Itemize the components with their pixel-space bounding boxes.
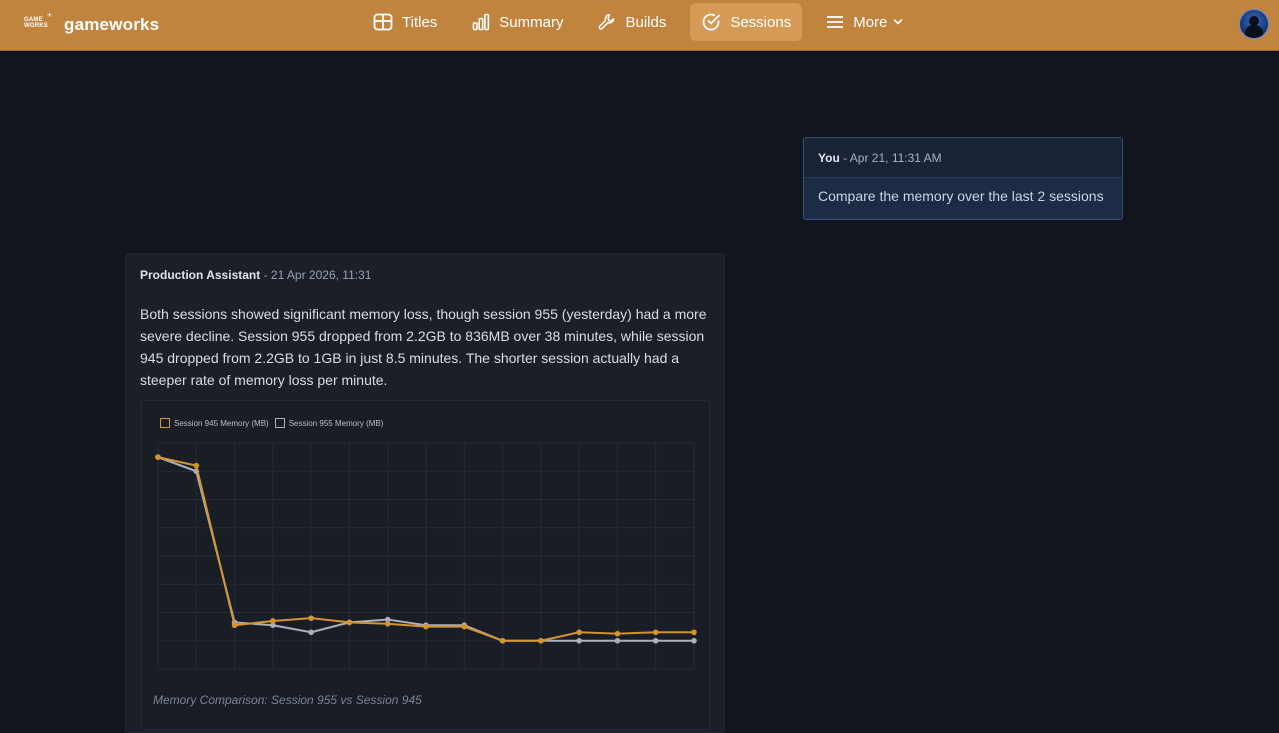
- data-point-0-9: [499, 637, 506, 644]
- memory-chart: Session 945 Memory (MB) Session 955 Memo…: [141, 400, 710, 730]
- data-point-0-4: [308, 615, 314, 621]
- data-point-1-13: [652, 637, 659, 644]
- message-timestamp: - 21 Apr 2026, 11:31: [263, 268, 372, 282]
- nav-item-sessions[interactable]: Sessions: [690, 3, 803, 41]
- user-message: You - Apr 21, 11:31 AM Compare the memor…: [803, 137, 1123, 220]
- user-avatar[interactable]: [1239, 9, 1269, 39]
- brand-name: gameworks: [64, 15, 160, 34]
- data-point-0-11: [576, 629, 582, 636]
- data-point-0-8: [461, 623, 468, 630]
- brand[interactable]: GAME WORKS + gameworks: [22, 8, 159, 42]
- nav-item-label: Titles: [402, 13, 438, 31]
- nav-item-label: More: [853, 13, 888, 31]
- nav-item-summary[interactable]: Summary: [461, 3, 574, 41]
- data-point-0-0: [155, 454, 161, 460]
- data-point-1-14: [691, 637, 697, 644]
- data-point-1-11: [576, 637, 582, 644]
- main-nav: Titles Summary Builds Sessions More: [362, 3, 927, 41]
- message-author: Production Assistant: [140, 268, 261, 282]
- data-point-0-7: [423, 623, 429, 630]
- legend-swatch-955: [274, 418, 285, 428]
- message-author: You: [818, 151, 840, 165]
- data-point-0-10: [538, 637, 544, 644]
- assistant-message: Production Assistant - 21 Apr 2026, 11:3…: [125, 253, 725, 733]
- assistant-message-text: Both sessions showed significant memory …: [140, 306, 707, 388]
- data-point-0-14: [691, 629, 697, 636]
- assistant-message-header: Production Assistant - 21 Apr 2026, 11:3…: [140, 268, 371, 282]
- bar-chart-icon: [472, 13, 490, 31]
- chevron-down-icon: [894, 19, 903, 25]
- legend-label-945: Session 945 Memory (MB): [174, 418, 269, 428]
- user-message-header: You - Apr 21, 11:31 AM: [804, 138, 1122, 178]
- hamburger-menu-icon: [827, 16, 844, 28]
- nav-item-label: Builds: [625, 13, 667, 31]
- table-icon: [373, 13, 393, 31]
- data-point-0-6: [384, 621, 391, 627]
- data-point-0-5: [346, 619, 353, 626]
- data-point-0-12: [614, 630, 621, 637]
- user-message-text: Compare the memory over the last 2 sessi…: [818, 188, 1104, 204]
- data-point-1-12: [614, 637, 621, 644]
- chart-caption: Memory Comparison: Session 955 vs Sessio…: [153, 693, 422, 707]
- data-point-0-1: [193, 462, 200, 469]
- chart-legend: Session 945 Memory (MB) Session 955 Memo…: [160, 418, 389, 428]
- memory-line-chart: [155, 442, 697, 670]
- nav-item-label: Summary: [499, 13, 564, 31]
- nav-item-more[interactable]: More: [815, 3, 914, 41]
- nav-item-label: Sessions: [730, 13, 792, 31]
- top-nav-bar: GAME WORKS + gameworks Titles Summary Bu…: [0, 0, 1279, 51]
- legend-item-955[interactable]: Session 955 Memory (MB): [274, 418, 384, 428]
- message-timestamp: - Apr 21, 11:31 AM: [843, 151, 942, 165]
- data-point-1-4: [308, 629, 314, 636]
- legend-label-955: Session 955 Memory (MB): [288, 418, 384, 428]
- gameworks-logo-icon: GAME WORKS +: [24, 10, 52, 29]
- data-point-0-13: [652, 629, 659, 636]
- nav-item-builds[interactable]: Builds: [587, 3, 677, 41]
- data-point-0-2: [231, 622, 238, 629]
- legend-swatch-945: [160, 418, 170, 428]
- legend-item-945[interactable]: Session 945 Memory (MB): [160, 418, 269, 428]
- data-point-0-3: [270, 618, 276, 624]
- nav-item-titles[interactable]: Titles: [362, 3, 448, 41]
- check-circle-icon: [702, 13, 721, 31]
- wrench-icon: [599, 14, 615, 30]
